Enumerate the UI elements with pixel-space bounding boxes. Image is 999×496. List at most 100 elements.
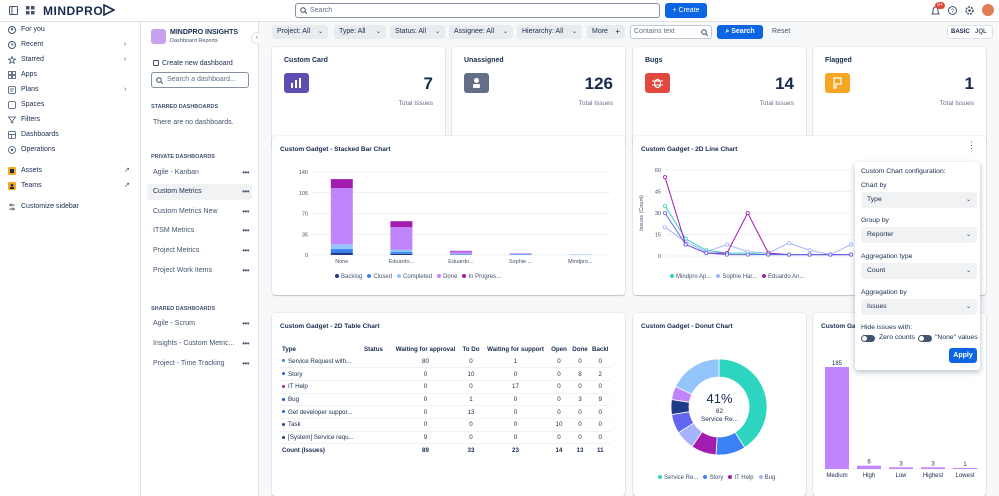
- legend-item[interactable]: Closed: [362, 274, 392, 280]
- sidebar-item-label: Teams: [21, 182, 42, 189]
- app-switcher-icon[interactable]: [26, 6, 35, 15]
- dashboard-panel: MINDPRO INSIGHTS Dashboard Reports ‹ Cre…: [141, 22, 263, 496]
- reset-button[interactable]: Reset: [772, 25, 790, 39]
- more-icon[interactable]: •••: [242, 184, 249, 200]
- line-chart-legend: Mindpro Ap... Sophie Har... Eduardo An...: [665, 274, 804, 280]
- bar-segment: [450, 250, 472, 252]
- type-filter[interactable]: Type: All ⌄: [334, 25, 386, 39]
- project-filter[interactable]: Project: All ⌄: [272, 25, 328, 39]
- more-icon[interactable]: •••: [242, 356, 249, 372]
- dashboard-item[interactable]: Insights - Custom Metric... •••: [147, 336, 252, 352]
- table-row: Bug 0 1 0 0 3 9: [280, 393, 611, 406]
- sidebar-item-starred[interactable]: Starred ›: [0, 53, 140, 67]
- legend-item[interactable]: Story: [698, 475, 723, 481]
- status-filter[interactable]: Status: All ⌄: [390, 25, 445, 39]
- sidebar-item-plans[interactable]: Plans ›: [0, 83, 140, 97]
- sidebar-item-filters[interactable]: Filters: [0, 113, 140, 127]
- legend-item[interactable]: Sophie Har...: [711, 274, 757, 280]
- more-icon[interactable]: •••: [242, 223, 249, 239]
- dashboard-item[interactable]: Project Work Items •••: [147, 263, 252, 279]
- query-mode-toggle[interactable]: BASIC JQL: [947, 25, 993, 39]
- contains-placeholder: Contains text: [634, 28, 675, 35]
- more-icon[interactable]: •••: [242, 316, 249, 332]
- none-values-toggle[interactable]: [918, 335, 932, 342]
- dashboard-item-selected[interactable]: Custom Metrics •••: [147, 184, 252, 200]
- legend-label: Mindpro Ap...: [676, 274, 712, 280]
- sidebar-item-recent[interactable]: Recent ›: [0, 38, 140, 52]
- jql-mode[interactable]: JQL: [975, 26, 987, 38]
- dashboard-item[interactable]: Agile - Scrum •••: [147, 316, 252, 332]
- table-header-cell[interactable]: Done: [570, 343, 590, 355]
- dashboard-search-input[interactable]: Search a dashboard...: [151, 72, 249, 88]
- sidebar-item-spaces[interactable]: Spaces: [0, 98, 140, 112]
- table-header-cell[interactable]: Waiting for approval: [392, 343, 459, 355]
- hierarchy-filter[interactable]: Hierarchy: All ⌄: [517, 25, 582, 39]
- bar-segment: [330, 244, 353, 250]
- global-search[interactable]: Search: [295, 3, 660, 18]
- assignee-filter[interactable]: Assignee: All ⌄: [449, 25, 513, 39]
- legend-item[interactable]: Bug: [754, 475, 775, 481]
- sidebar-item-teams[interactable]: Teams ↗: [0, 179, 140, 193]
- type-dot: [282, 385, 285, 389]
- table-header-cell[interactable]: Open: [548, 343, 570, 355]
- aggregation-type-select[interactable]: Count ⌄: [861, 263, 977, 279]
- group-by-select[interactable]: Reporter ⌄: [861, 227, 977, 243]
- dashboard-item[interactable]: Project - Time Tracking •••: [147, 356, 252, 372]
- legend-item[interactable]: Mindpro Ap...: [665, 274, 711, 280]
- legend-item[interactable]: Done: [432, 274, 457, 280]
- table-header-cell[interactable]: Waiting for support: [483, 343, 548, 355]
- legend-swatch: [716, 274, 721, 279]
- gadget-menu-icon[interactable]: ⋮: [967, 141, 976, 150]
- legend-item[interactable]: Eduardo An...: [757, 274, 804, 280]
- zero-counts-toggle[interactable]: [861, 335, 875, 342]
- legend-item[interactable]: IT Help: [723, 475, 754, 481]
- sidebar-item-label: Operations: [21, 146, 56, 153]
- avatar[interactable]: [982, 4, 994, 16]
- dashboard-item[interactable]: Agile - Kanban •••: [147, 165, 252, 181]
- more-icon[interactable]: •••: [242, 263, 249, 279]
- chart-by-select[interactable]: Type ⌄: [861, 192, 977, 208]
- apply-button[interactable]: Apply: [949, 348, 977, 363]
- help-icon[interactable]: ?: [948, 6, 957, 15]
- brand-logo[interactable]: MINDPRO: [43, 4, 103, 18]
- sidebar-item-for-you[interactable]: For you: [0, 23, 140, 37]
- more-icon[interactable]: •••: [242, 243, 249, 259]
- table-header-cell[interactable]: Backl: [590, 343, 611, 355]
- legend-item[interactable]: Service Re...: [653, 475, 698, 481]
- chevron-down-icon: ⌄: [434, 29, 440, 35]
- search-button[interactable]: ⌕ Search: [717, 25, 763, 39]
- legend-item[interactable]: Completed: [392, 274, 432, 280]
- donut-label: Service Re...: [700, 416, 739, 423]
- sidebar-item-assets[interactable]: Assets ↗: [0, 164, 140, 178]
- contains-text-input[interactable]: Contains text: [630, 25, 712, 39]
- more-icon[interactable]: •••: [242, 336, 249, 352]
- settings-icon[interactable]: [965, 6, 974, 15]
- sidebar-item-operations[interactable]: Operations: [0, 143, 140, 157]
- table-header-cell[interactable]: Type: [280, 343, 362, 355]
- create-label: Create: [678, 7, 700, 14]
- dashboard-item[interactable]: ITSM Metrics •••: [147, 223, 252, 239]
- customize-sidebar-link[interactable]: Customize sidebar: [0, 200, 140, 214]
- create-dashboard-link[interactable]: Create new dashboard: [153, 60, 233, 67]
- sidebar-item-dashboards[interactable]: Dashboards: [0, 128, 140, 142]
- y-tick-label: 45: [655, 190, 661, 196]
- sidebar-item-apps[interactable]: Apps: [0, 68, 140, 82]
- aggregation-by-select[interactable]: Issues ⌄: [861, 299, 977, 315]
- legend-label: Service Re...: [664, 475, 699, 481]
- more-icon[interactable]: •••: [242, 204, 249, 220]
- basic-mode[interactable]: BASIC: [951, 26, 970, 38]
- type-label: Service Request with...: [288, 357, 352, 365]
- dashboard-item[interactable]: Project Metrics •••: [147, 243, 252, 259]
- card-value: 14: [775, 74, 794, 93]
- table-header-cell[interactable]: To Do: [459, 343, 483, 355]
- table-header-cell[interactable]: Status: [362, 343, 392, 355]
- sidebar-toggle-icon[interactable]: [9, 6, 18, 15]
- legend-item[interactable]: In Progres...: [457, 274, 501, 280]
- more-icon[interactable]: •••: [242, 165, 249, 181]
- create-button[interactable]: + Create: [665, 3, 707, 18]
- x-tick-label: None: [335, 259, 348, 265]
- dashboard-item[interactable]: Custom Metrics New •••: [147, 204, 252, 220]
- group-by-label: Group by: [861, 217, 889, 224]
- more-filters-button[interactable]: More +: [587, 25, 625, 39]
- legend-item[interactable]: Backlog: [330, 274, 362, 280]
